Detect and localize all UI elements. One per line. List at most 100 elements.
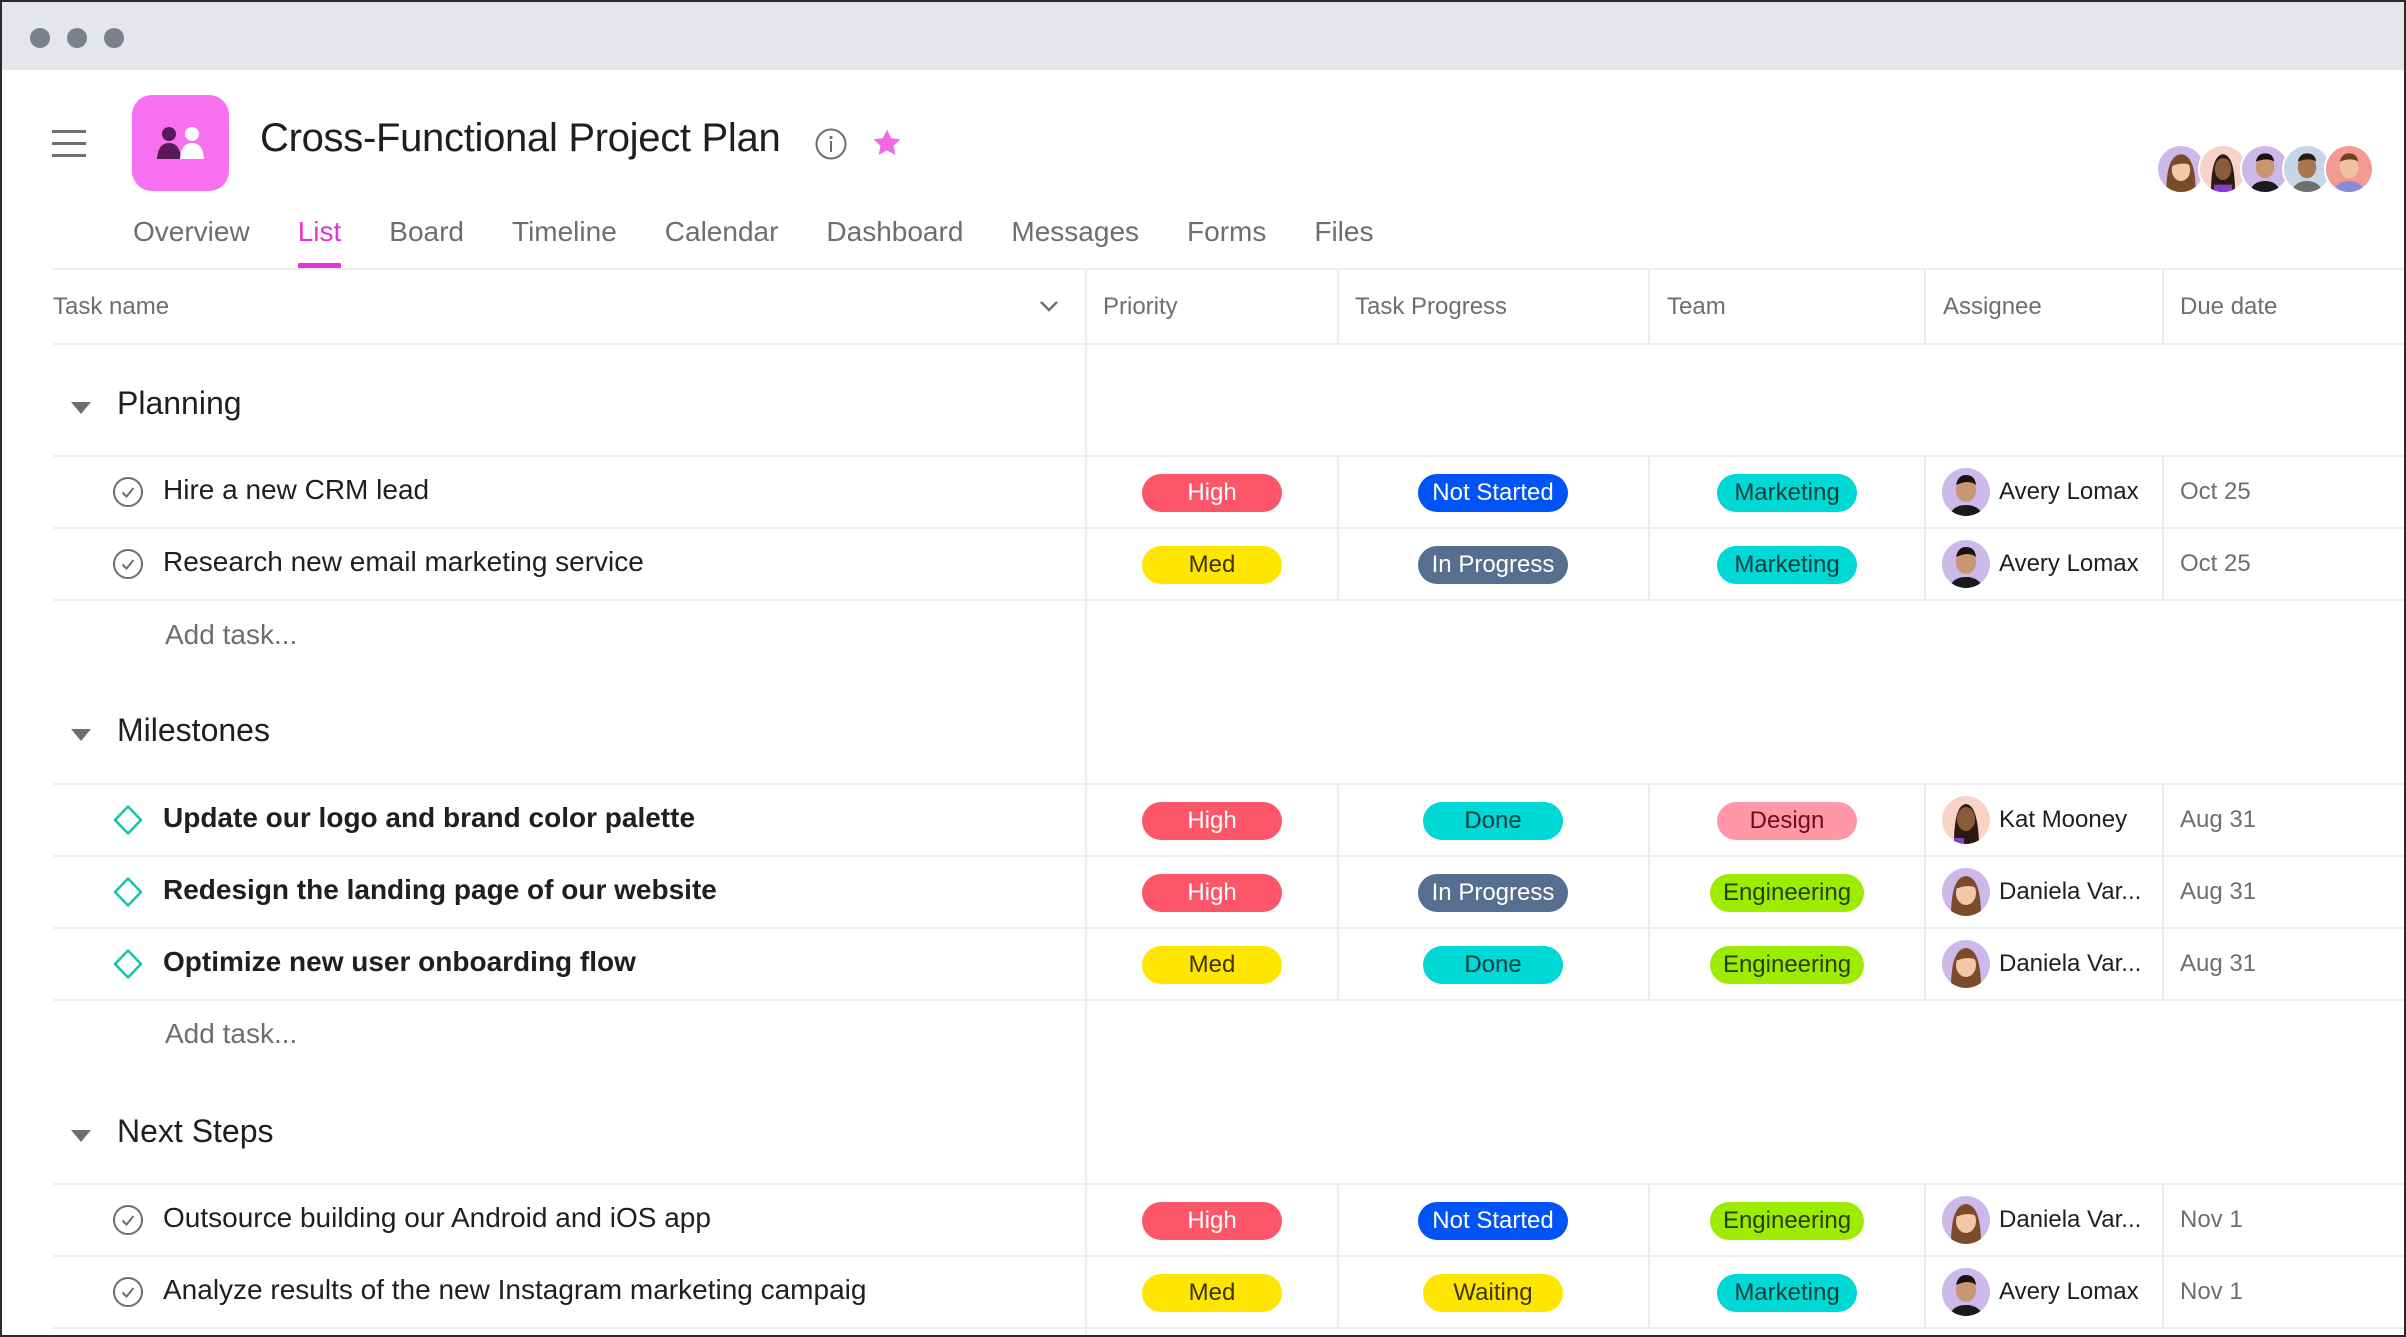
progress-pill[interactable]: In Progress bbox=[1418, 546, 1568, 584]
tab-messages[interactable]: Messages bbox=[1011, 212, 1139, 268]
priority-pill[interactable]: High bbox=[1142, 1202, 1282, 1240]
assignee[interactable]: Daniela Var... bbox=[1942, 940, 2141, 988]
section-title[interactable]: Next Steps bbox=[117, 1113, 274, 1150]
task-row[interactable]: Research new email marketing service Med I… bbox=[53, 528, 2404, 600]
team-pill[interactable]: Engineering bbox=[1710, 1202, 1864, 1240]
tab-list[interactable]: List bbox=[297, 212, 341, 268]
team-pill[interactable]: Marketing bbox=[1717, 474, 1857, 512]
task-name[interactable]: Analyze results of the new Instagram mar… bbox=[163, 1274, 866, 1306]
task-row[interactable]: Redesign the landing page of our website… bbox=[53, 856, 2404, 928]
cell-divider bbox=[1085, 856, 1087, 928]
section-collapse-icon[interactable] bbox=[71, 729, 91, 741]
section-collapse-icon[interactable] bbox=[71, 1130, 91, 1142]
team-pill[interactable]: Design bbox=[1717, 802, 1857, 840]
assignee[interactable]: Avery Lomax bbox=[1942, 468, 2139, 516]
add-task-button[interactable]: Add task... bbox=[165, 619, 297, 651]
progress-pill[interactable]: Not Started bbox=[1418, 474, 1568, 512]
task-row[interactable]: Outsource building our Android and iOS a… bbox=[53, 1184, 2404, 1256]
window-close-button[interactable] bbox=[30, 28, 50, 48]
assignee[interactable]: Avery Lomax bbox=[1942, 540, 2139, 588]
column-header-assignee[interactable]: Assignee bbox=[1943, 293, 2042, 321]
tab-forms[interactable]: Forms bbox=[1187, 212, 1266, 268]
task-row[interactable]: Hire a new CRM lead High Not Started Market… bbox=[53, 456, 2404, 528]
team-pill[interactable]: Marketing bbox=[1717, 546, 1857, 584]
assignee[interactable]: Daniela Var... bbox=[1942, 868, 2141, 916]
window-maximize-button[interactable] bbox=[104, 28, 124, 48]
due-date[interactable]: Nov 1 bbox=[2180, 1278, 2243, 1306]
task-name[interactable]: Optimize new user onboarding flow bbox=[163, 946, 636, 978]
milestone-diamond-icon[interactable] bbox=[112, 876, 144, 908]
complete-check-icon[interactable] bbox=[112, 548, 144, 580]
tab-calendar[interactable]: Calendar bbox=[665, 212, 779, 268]
team-pill[interactable]: Marketing bbox=[1717, 1274, 1857, 1312]
milestone-diamond-icon[interactable] bbox=[112, 948, 144, 980]
section-title[interactable]: Planning bbox=[117, 385, 242, 422]
priority-pill[interactable]: High bbox=[1142, 474, 1282, 512]
complete-check-icon[interactable] bbox=[112, 1276, 144, 1308]
assignee-avatar bbox=[1942, 868, 1990, 916]
member-avatar[interactable] bbox=[2324, 144, 2374, 194]
cell-divider bbox=[1924, 456, 1926, 528]
complete-check-icon[interactable] bbox=[112, 476, 144, 508]
window-minimize-button[interactable] bbox=[67, 28, 87, 48]
add-task-button[interactable]: Add task... bbox=[165, 1018, 297, 1050]
app-window: Cross-Functional Project Plan Overview Li… bbox=[0, 0, 2406, 1337]
cell-divider bbox=[1648, 456, 1650, 528]
tab-overview[interactable]: Overview bbox=[133, 212, 250, 268]
assignee[interactable]: Kat Mooney bbox=[1942, 796, 2127, 844]
section-title[interactable]: Milestones bbox=[117, 712, 270, 749]
tab-board[interactable]: Board bbox=[389, 212, 464, 268]
column-header-due-date[interactable]: Due date bbox=[2180, 293, 2277, 321]
assignee-name: Daniela Var... bbox=[1999, 950, 2142, 977]
section-collapse-icon[interactable] bbox=[71, 402, 91, 414]
cell-divider bbox=[2162, 1256, 2164, 1328]
progress-pill[interactable]: Waiting bbox=[1423, 1274, 1563, 1312]
task-name[interactable]: Update our logo and brand color palette bbox=[163, 802, 695, 834]
progress-pill[interactable]: Done bbox=[1423, 802, 1563, 840]
task-name[interactable]: Research new email marketing service bbox=[163, 546, 644, 578]
task-row[interactable]: Optimize new user onboarding flow Med Done… bbox=[53, 928, 2404, 1000]
assignee-avatar bbox=[1942, 468, 1990, 516]
due-date[interactable]: Oct 25 bbox=[2180, 478, 2251, 506]
assignee-name: Avery Lomax bbox=[1999, 550, 2139, 577]
progress-pill[interactable]: In Progress bbox=[1418, 874, 1568, 912]
star-icon[interactable] bbox=[870, 126, 904, 160]
chevron-down-icon[interactable] bbox=[1038, 298, 1060, 314]
due-date[interactable]: Nov 1 bbox=[2180, 1206, 2243, 1234]
progress-pill[interactable]: Not Started bbox=[1418, 1202, 1568, 1240]
team-pill[interactable]: Engineering bbox=[1710, 946, 1864, 984]
task-row[interactable]: Update our logo and brand color palette H… bbox=[53, 784, 2404, 856]
due-date[interactable]: Aug 31 bbox=[2180, 950, 2256, 978]
progress-pill[interactable]: Done bbox=[1423, 946, 1563, 984]
task-row[interactable]: Analyze results of the new Instagram mar… bbox=[53, 1256, 2404, 1328]
assignee[interactable]: Avery Lomax bbox=[1942, 1268, 2139, 1316]
team-pill[interactable]: Engineering bbox=[1710, 874, 1864, 912]
priority-pill[interactable]: Med bbox=[1142, 1274, 1282, 1312]
column-header-task-name[interactable]: Task name bbox=[53, 293, 169, 321]
due-date[interactable]: Oct 25 bbox=[2180, 550, 2251, 578]
column-header-priority[interactable]: Priority bbox=[1103, 293, 1178, 321]
priority-pill[interactable]: Med bbox=[1142, 946, 1282, 984]
assignee[interactable]: Daniela Var... bbox=[1942, 1196, 2141, 1244]
tab-timeline[interactable]: Timeline bbox=[512, 212, 617, 268]
tab-dashboard[interactable]: Dashboard bbox=[826, 212, 963, 268]
column-header-progress[interactable]: Task Progress bbox=[1355, 293, 1507, 321]
task-name[interactable]: Hire a new CRM lead bbox=[163, 474, 429, 506]
due-date[interactable]: Aug 31 bbox=[2180, 878, 2256, 906]
column-divider bbox=[1337, 270, 1339, 344]
complete-check-icon[interactable] bbox=[112, 1204, 144, 1236]
milestone-diamond-icon[interactable] bbox=[112, 804, 144, 836]
tab-files[interactable]: Files bbox=[1314, 212, 1373, 268]
due-date[interactable]: Aug 31 bbox=[2180, 806, 2256, 834]
assignee-avatar bbox=[1942, 1196, 1990, 1244]
menu-icon[interactable] bbox=[52, 130, 86, 157]
task-name[interactable]: Outsource building our Android and iOS a… bbox=[163, 1202, 711, 1234]
priority-pill[interactable]: Med bbox=[1142, 546, 1282, 584]
task-name[interactable]: Redesign the landing page of our website bbox=[163, 874, 717, 906]
assignee-name: Kat Mooney bbox=[1999, 806, 2128, 833]
info-icon[interactable] bbox=[814, 127, 848, 161]
priority-pill[interactable]: High bbox=[1142, 802, 1282, 840]
priority-pill[interactable]: High bbox=[1142, 874, 1282, 912]
project-members[interactable] bbox=[2156, 144, 2374, 194]
column-header-team[interactable]: Team bbox=[1667, 293, 1726, 321]
